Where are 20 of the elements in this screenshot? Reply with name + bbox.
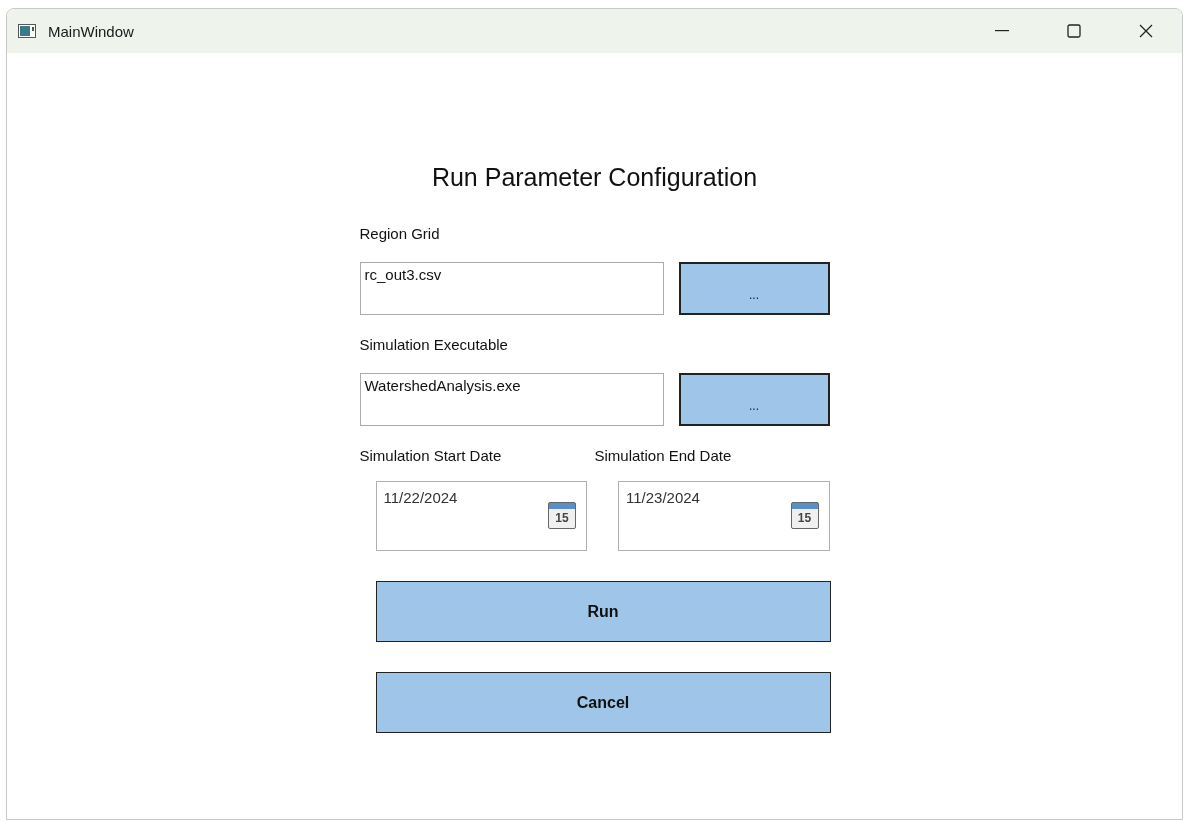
window-title: MainWindow — [48, 22, 135, 40]
calendar-icon[interactable]: 15 — [790, 502, 819, 529]
date-picker[interactable]: 11/22/2024 15 — [375, 481, 587, 551]
browse-button[interactable]: ... — [678, 262, 830, 315]
maximize-icon — [1067, 24, 1081, 38]
field-label: Simulation Executable — [359, 335, 509, 355]
input-field[interactable]: rc_out3.csv — [359, 262, 664, 315]
date-picker[interactable]: 11/23/2024 15 — [618, 481, 830, 551]
page-heading: Run Parameter Configuration — [431, 163, 758, 192]
calendar-icon[interactable]: 15 — [548, 502, 576, 529]
action-button[interactable]: Cancel — [375, 672, 831, 733]
field-label: Region Grid — [359, 224, 441, 244]
browse-button[interactable]: ... — [678, 373, 830, 426]
date-label: Simulation End Date — [594, 446, 733, 466]
app-icon — [18, 24, 36, 38]
input-field[interactable]: WatershedAnalysis.exe — [359, 373, 664, 426]
minimize-icon — [995, 30, 1009, 32]
date-label: Simulation Start Date — [359, 446, 503, 466]
action-button[interactable]: Run — [375, 581, 831, 642]
close-icon — [1139, 24, 1153, 38]
